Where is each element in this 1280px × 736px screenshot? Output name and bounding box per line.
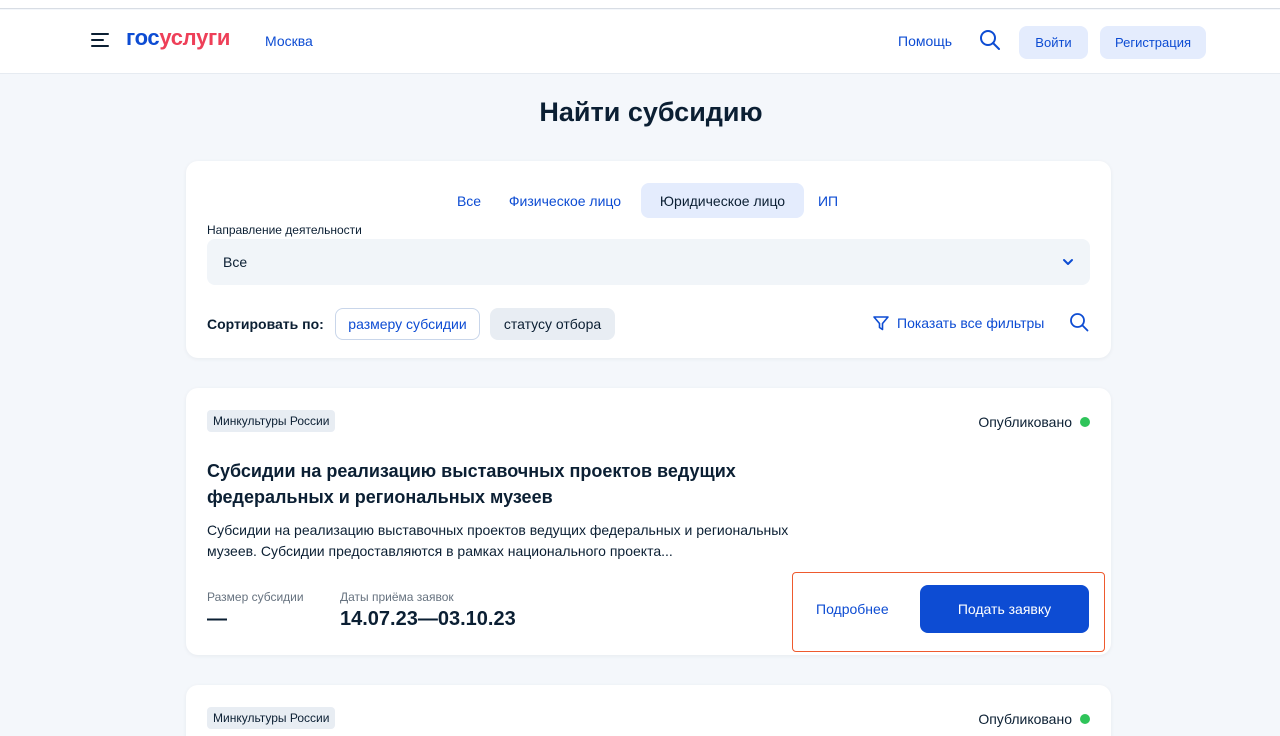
subsidy-card: Минкультуры России Опубликовано (186, 685, 1111, 736)
show-all-filters-link[interactable]: Показать все фильтры (872, 311, 1044, 335)
sort-by-size-button[interactable]: размеру субсидии (335, 308, 480, 340)
city-selector[interactable]: Москва (265, 33, 313, 49)
search-icon[interactable] (979, 29, 1001, 51)
details-link[interactable]: Подробнее (816, 601, 889, 617)
search-icon[interactable] (1069, 312, 1089, 332)
logo-text-uslugi: услуги (159, 25, 231, 50)
logo-text-gos: гос (126, 25, 160, 50)
dates-label: Даты приёма заявок (340, 590, 454, 604)
login-button[interactable]: Войти (1019, 26, 1088, 59)
tab-legal-entity[interactable]: Юридическое лицо (641, 183, 804, 218)
filter-icon (873, 316, 889, 331)
chevron-down-icon (1063, 259, 1073, 265)
tab-sole-proprietor[interactable]: ИП (809, 183, 847, 218)
direction-select[interactable]: Все (207, 239, 1090, 285)
help-link[interactable]: Помощь (898, 33, 952, 49)
subsidy-card: Минкультуры России Опубликовано Субсидии… (186, 388, 1111, 655)
status-label: Опубликовано (978, 414, 1072, 430)
subsidy-description: Субсидии на реализацию выставочных проек… (207, 522, 789, 559)
sort-by-status-button[interactable]: статусу отбора (490, 308, 615, 340)
site-header: госуслуги Москва Помощь Войти Регистраци… (0, 10, 1280, 74)
direction-select-value: Все (223, 254, 248, 270)
status-badge: Опубликовано (978, 414, 1090, 430)
gosuslugi-logo[interactable]: госуслуги (126, 25, 230, 51)
status-dot-icon (1080, 417, 1090, 427)
status-dot-icon (1080, 714, 1090, 724)
register-button[interactable]: Регистрация (1100, 26, 1206, 59)
tab-all[interactable]: Все (449, 183, 489, 218)
amount-label: Размер субсидии (207, 590, 304, 604)
tab-individual[interactable]: Физическое лицо (501, 183, 629, 218)
dates-value: 14.07.23—03.10.23 (340, 608, 516, 630)
window-top-bar (0, 0, 1280, 9)
agency-badge: Минкультуры России (207, 410, 336, 432)
status-badge: Опубликовано (978, 711, 1090, 727)
agency-badge: Минкультуры России (207, 707, 336, 729)
menu-icon[interactable] (91, 32, 109, 48)
status-label: Опубликовано (978, 711, 1072, 727)
direction-label: Направление деятельности (207, 223, 362, 237)
sort-label: Сортировать по: (207, 316, 324, 332)
filters-panel: Все Физическое лицо Юридическое лицо ИП … (186, 161, 1111, 358)
apply-button[interactable]: Подать заявку (920, 585, 1089, 633)
page-title: Найти субсидию (539, 97, 763, 127)
subsidy-title[interactable]: Субсидии на реализацию выставочных проек… (207, 458, 747, 510)
show-all-filters-label: Показать все фильтры (897, 315, 1045, 331)
amount-value: — (207, 608, 227, 630)
